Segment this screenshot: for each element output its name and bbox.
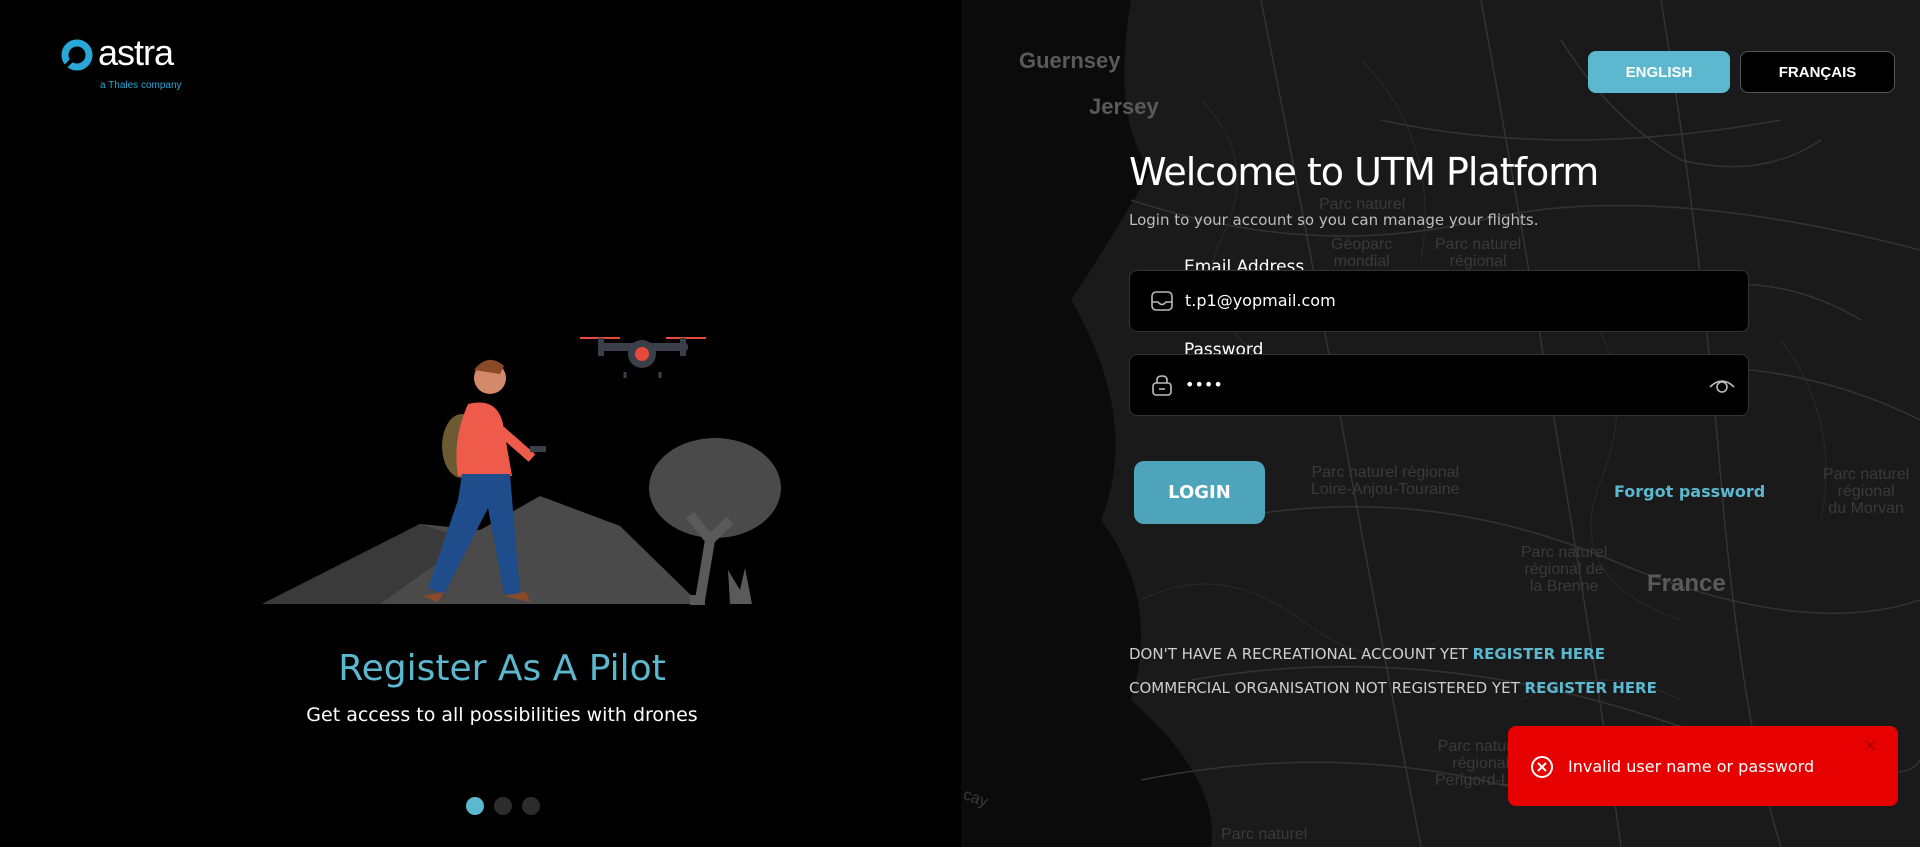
map-label-guernsey: Guernsey — [1019, 48, 1121, 73]
password-field[interactable]: •••• — [1129, 354, 1749, 416]
carousel-dots — [466, 797, 540, 815]
map-label-loire: Parc naturel régional Loire-Anjou-Tourai… — [1311, 464, 1460, 498]
map-label-pnr-bottom: Parc naturel — [1221, 826, 1308, 843]
inbox-icon — [1150, 289, 1174, 317]
map-lines — [961, 0, 1920, 847]
recreational-register-line: DON'T HAVE A RECREATIONAL ACCOUNT YET RE… — [1129, 645, 1605, 663]
welcome-subtitle: Login to your account so you can manage … — [1129, 211, 1539, 229]
map-label-pnr2: Parc naturel régional — [1435, 236, 1522, 270]
left-panel: astra a Thales company Register As A Pil… — [0, 0, 961, 847]
map-label-morvan: Parc naturel régional du Morvan — [1823, 466, 1910, 517]
commercial-register-line: COMMERCIAL ORGANISATION NOT REGISTERED Y… — [1129, 679, 1657, 697]
email-field[interactable]: t.p1@yopmail.com — [1129, 270, 1749, 332]
error-icon — [1530, 755, 1554, 783]
email-value: t.p1@yopmail.com — [1185, 291, 1336, 310]
carousel-dot-1[interactable] — [466, 797, 484, 815]
commercial-register-link[interactable]: REGISTER HERE — [1525, 679, 1657, 697]
welcome-title: Welcome to UTM Platform — [1129, 150, 1599, 194]
recreational-register-link[interactable]: REGISTER HERE — [1473, 645, 1605, 663]
carousel-dot-3[interactable] — [522, 797, 540, 815]
map-label-jersey: Jersey — [1089, 94, 1159, 119]
error-message: Invalid user name or password — [1568, 757, 1815, 776]
map-label-brenne: Parc naturel régional de la Brenne — [1521, 544, 1608, 595]
login-button[interactable]: LOGIN — [1134, 461, 1265, 524]
carousel-dot-2[interactable] — [494, 797, 512, 815]
map-label-france: France — [1647, 570, 1726, 597]
commercial-register-text: COMMERCIAL ORGANISATION NOT REGISTERED Y… — [1129, 679, 1520, 697]
eye-icon[interactable] — [1708, 375, 1736, 399]
close-icon[interactable]: ✕ — [1863, 736, 1878, 757]
forgot-password-link[interactable]: Forgot password — [1614, 482, 1765, 501]
drone-icon — [580, 337, 706, 378]
recreational-register-text: DON'T HAVE A RECREATIONAL ACCOUNT YET — [1129, 645, 1468, 663]
language-english-button[interactable]: ENGLISH — [1588, 51, 1730, 93]
language-french-button[interactable]: FRANÇAIS — [1740, 51, 1895, 93]
slide-subtitle: Get access to all possibilities with dro… — [306, 704, 698, 726]
tree-shape — [649, 438, 781, 538]
password-value: •••• — [1185, 375, 1223, 394]
map-background: Guernsey Jersey France Parc naturel Géop… — [961, 0, 1920, 847]
error-toast: Invalid user name or password ✕ — [1508, 726, 1898, 806]
slide-title: Register As A Pilot — [338, 648, 666, 689]
lock-icon — [1150, 373, 1174, 401]
map-label-geoparc: Géoparc mondial — [1331, 236, 1393, 270]
